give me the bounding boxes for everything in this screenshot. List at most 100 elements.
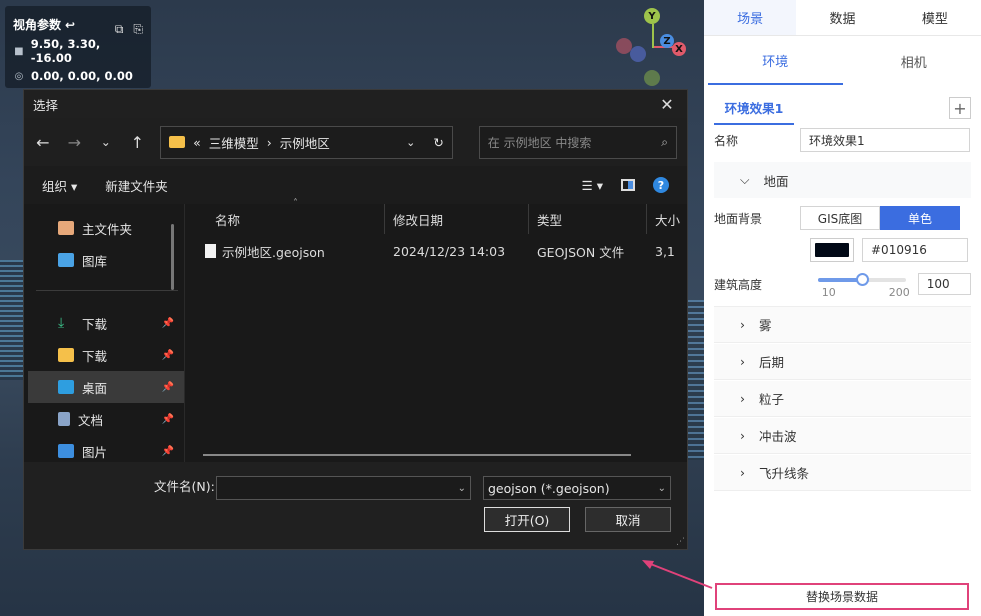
name-label: 名称 [714,133,739,148]
filename-input[interactable]: ⌄ [216,476,471,500]
navigation-pane: 主文件夹 图库 ⤓ 下载 📌 下载 📌 桌面 📌 文档 📌 图片 📌 [24,204,184,462]
forward-arrow-icon[interactable]: → [66,133,84,152]
chevron-right-icon: › [740,428,745,443]
chevron-right-icon: › [740,391,745,406]
chevron-down-icon: ⌄ [657,482,666,494]
axis-neg-z-icon[interactable] [630,46,646,62]
pictures-icon [58,444,74,458]
sidebar-item-home[interactable]: 主文件夹 [24,212,184,244]
folder-icon [58,348,74,362]
slider-handle[interactable] [855,273,869,286]
scene-background-lights-2 [688,300,704,460]
breadcrumb-sample-region[interactable]: 示例地区 [280,133,330,152]
dialog-title: 选择 [33,97,59,113]
fog-section-header[interactable]: › 雾 [714,307,971,343]
horizontal-scrollbar[interactable] [203,454,631,456]
camera-rotation-row: ◎ 0.00, 0.00, 0.00 [13,69,143,83]
replace-scene-data-button[interactable]: 替换场景数据 [715,583,969,610]
pin-icon[interactable]: 📌 [162,414,174,425]
sidebar-item-desktop[interactable]: 桌面 📌 [28,371,184,403]
axis-neg-y-icon[interactable] [644,70,660,86]
sidebar-item-documents[interactable]: 文档 📌 [24,403,184,435]
table-row[interactable]: 示例地区.geojson 2024/12/23 14:03 GEOJSON 文件… [185,236,687,266]
help-icon[interactable]: ? [653,177,669,193]
filename-label: 文件名(N): [154,479,215,494]
view-menu-icon[interactable]: ☰ ▾ [582,178,603,193]
back-arrow-icon[interactable]: ← [34,133,52,152]
column-type[interactable]: 类型 [529,204,647,234]
open-button[interactable]: 打开(O) [484,507,570,532]
sidebar-item-downloads[interactable]: ⤓ 下载 📌 [24,307,184,339]
refresh-icon[interactable]: ↻ [433,135,443,150]
axis-y-icon[interactable]: Y [644,8,660,24]
address-bar[interactable]: « 三维模型 › 示例地区 ⌄ ↻ [160,125,453,159]
ground-section-label: 地面 [763,173,789,189]
sidebar-item-downloads-folder[interactable]: 下载 📌 [24,339,184,371]
ground-section-header[interactable]: ⌵ 地面 [714,162,971,198]
close-icon[interactable]: ✕ [647,95,687,114]
tab-camera[interactable]: 相机 [847,37,981,85]
pin-icon[interactable]: 📌 [162,382,174,393]
scene-settings-panel: 场景 数据 模型 环境 相机 环境效果1 + 名称 环境效果1 ⌵ 地面 地面背… [704,0,981,616]
organize-menu[interactable]: 组织 ▾ [42,176,77,195]
documents-icon [58,412,70,426]
column-headers: 名称 修改日期 类型 大小 ˄ [185,198,687,234]
pin-icon[interactable]: 📌 [162,318,174,329]
tab-scene[interactable]: 场景 [704,0,797,35]
camera-panel-title: 视角参数 [13,18,62,32]
preview-pane-icon[interactable] [621,179,635,191]
chevron-down-icon: ⌵ [740,172,750,187]
sort-arrow-icon: ˄ [293,198,298,209]
axis-gizmo[interactable]: Y Z X [612,6,692,90]
color-hex-input[interactable]: #010916 [862,238,968,262]
color-swatch[interactable] [810,238,854,262]
pin-icon[interactable]: 📌 [162,446,174,457]
up-arrow-icon[interactable]: ↑ [129,133,147,152]
file-name: 示例地区.geojson [222,244,325,260]
tab-model[interactable]: 模型 [889,0,981,35]
tab-data[interactable]: 数据 [796,0,888,35]
file-type: GEOJSON 文件 [537,244,625,260]
target-icon: ◎ [14,70,24,82]
chevron-down-icon[interactable]: ⌄ [458,483,466,494]
copy-icon[interactable]: ⧉ [115,22,124,37]
chevron-right-icon: › [740,465,745,480]
building-height-slider[interactable]: 10 200 [817,272,910,299]
sub-tabs: 环境 相机 [704,36,981,86]
column-date[interactable]: 修改日期 [385,204,529,234]
cancel-button[interactable]: 取消 [585,507,671,532]
axis-x-icon[interactable]: X [672,42,686,56]
search-input[interactable]: 在 示例地区 中搜索 ⌕ [478,125,677,159]
shockwave-section-header[interactable]: › 冲击波 [714,418,971,454]
tab-environment[interactable]: 环境 [708,37,843,85]
pin-icon[interactable]: 📌 [162,350,174,361]
solid-color-option[interactable]: 单色 [880,206,960,230]
camera-position-row: ■ 9.50, 3.30, -16.00 [13,37,143,65]
annotation-arrow [642,560,713,589]
resize-grip-icon[interactable]: ⋰ [676,537,685,547]
effect-tab[interactable]: 环境效果1 [714,92,794,125]
file-type-filter[interactable]: geojson (*.geojson) ⌄ [483,476,671,500]
gallery-icon [58,253,74,267]
name-input[interactable]: 环境效果1 [800,128,970,152]
download-icon: ⤓ [58,315,65,331]
ground-bg-toggle: GIS底图 单色 [800,206,960,230]
post-section-header[interactable]: › 后期 [714,344,971,380]
folder-icon [169,136,186,148]
particle-section-header[interactable]: › 粒子 [714,381,971,417]
reset-icon[interactable]: ↩ [65,18,75,32]
recent-dropdown-icon[interactable]: ⌄ [97,135,115,149]
gis-basemap-option[interactable]: GIS底图 [800,206,880,230]
add-effect-button[interactable]: + [949,97,971,119]
flyline-section-header[interactable]: › 飞升线条 [714,455,971,491]
ground-bg-label: 地面背景 [714,211,763,226]
breadcrumb-3d-models[interactable]: 三维模型 [209,133,259,152]
sidebar-item-gallery[interactable]: 图库 [24,244,184,276]
chevron-down-icon[interactable]: ⌄ [406,136,415,149]
column-name[interactable]: 名称 [185,204,385,234]
paste-icon[interactable]: ⎘ [133,22,143,37]
new-folder-button[interactable]: 新建文件夹 [105,176,168,195]
sidebar-scrollbar[interactable] [171,224,174,290]
column-size[interactable]: 大小 [647,204,687,234]
building-height-input[interactable]: 100 [917,273,971,295]
